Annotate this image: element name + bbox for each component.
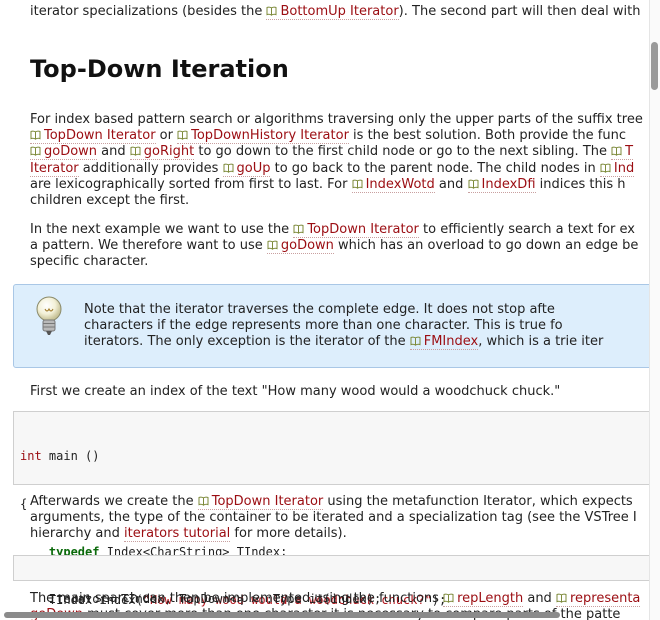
paragraph-create-iterator: Afterwards we create the TopDown Iterato… xyxy=(30,494,637,543)
lightbulb-icon xyxy=(36,296,62,335)
book-icon xyxy=(30,146,41,157)
note-box: Note that the iterator traverses the com… xyxy=(13,284,650,368)
link-indexdfi[interactable]: IndexDfi xyxy=(467,176,536,193)
paragraph-intro: For index based pattern search or algori… xyxy=(30,112,643,208)
book-icon xyxy=(443,593,454,603)
paragraph-create-index: First we create an index of the text "Ho… xyxy=(30,384,561,399)
book-icon xyxy=(130,146,141,157)
horizontal-scrollbar[interactable] xyxy=(0,610,650,620)
link-godown-2[interactable]: goDown xyxy=(266,238,334,255)
link-fmindex[interactable]: FMIndex xyxy=(409,334,479,351)
book-icon xyxy=(410,336,421,347)
book-icon xyxy=(177,130,188,140)
note-text: Note that the iterator traverses the com… xyxy=(84,302,604,351)
link-index-cut[interactable]: Ind xyxy=(599,160,635,177)
link-topdownhistory-cut[interactable]: T xyxy=(611,144,634,161)
link-bottomup-iterator[interactable]: BottomUp Iterator xyxy=(266,4,399,20)
link-replength[interactable]: repLength xyxy=(443,591,524,607)
link-iterators-tutorial[interactable]: iterators tutorial xyxy=(124,526,231,543)
link-godown[interactable]: goDown xyxy=(30,144,98,161)
book-icon xyxy=(267,240,278,250)
book-icon xyxy=(266,6,277,16)
link-iterator[interactable]: Iterator xyxy=(30,160,79,177)
horizontal-scroll-thumb[interactable] xyxy=(4,612,560,618)
vertical-scroll-thumb[interactable] xyxy=(651,42,658,90)
book-icon xyxy=(600,163,611,173)
intro-line: iterator specializations (besides the Bo… xyxy=(30,4,641,20)
code-block-main: int main () { typedef Index<CharString> … xyxy=(13,411,650,607)
link-topdown-iterator-3[interactable]: TopDown Iterator xyxy=(197,494,324,510)
book-icon xyxy=(30,130,41,140)
book-icon xyxy=(198,496,209,506)
link-topdownhistory-iterator[interactable]: TopDownHistory Iterator xyxy=(177,128,349,145)
book-icon xyxy=(611,146,622,157)
book-icon xyxy=(223,163,233,173)
link-indexwotd[interactable]: IndexWotd xyxy=(351,176,435,193)
link-goright[interactable]: goRight xyxy=(129,144,195,161)
link-goup[interactable]: goUp xyxy=(222,160,271,177)
link-representative[interactable]: representa xyxy=(555,591,641,607)
page-title: Top-Down Iteration xyxy=(30,55,289,83)
book-icon xyxy=(468,179,479,189)
book-icon xyxy=(352,179,363,189)
link-topdown-iterator[interactable]: TopDown Iterator xyxy=(30,128,156,145)
code-block-iterator: Iterator< TIndex, TopDown<> >::Type it(i… xyxy=(13,555,650,606)
link-topdown-iterator-2[interactable]: TopDown Iterator xyxy=(293,222,419,238)
book-icon xyxy=(556,593,567,603)
paragraph-example: In the next example we want to use the T… xyxy=(30,222,639,270)
document-view: iterator specializations (besides the Bo… xyxy=(0,0,650,620)
book-icon xyxy=(293,224,304,234)
vertical-scrollbar[interactable] xyxy=(649,0,660,620)
